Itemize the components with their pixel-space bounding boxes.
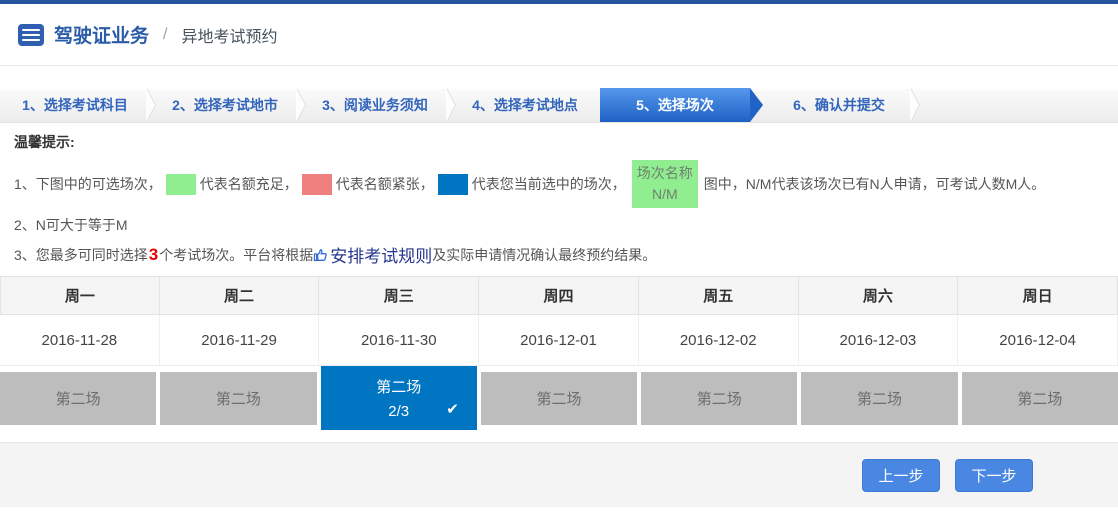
session-cell-mon[interactable]: 第二场 [0, 372, 156, 425]
weekday-header: 周三 [319, 277, 479, 314]
tip1-green-label: 代表名额充足， [200, 174, 298, 194]
session-name: 第二场 [376, 376, 421, 397]
weekday-header: 周四 [479, 277, 639, 314]
weekday-header: 周二 [160, 277, 320, 314]
footer-bar: 上一步 下一步 [0, 442, 1118, 507]
step-6-confirm-submit[interactable]: 6、确认并提交 [764, 88, 914, 122]
sample-session-count: N/M [652, 184, 678, 205]
step-4-choose-site[interactable]: 4、选择考试地点 [450, 88, 600, 122]
weekday-header: 周一 [0, 277, 160, 314]
date-cell: 2016-11-30 [319, 315, 479, 365]
list-icon [18, 24, 44, 46]
date-row: 2016-11-28 2016-11-29 2016-11-30 2016-12… [0, 315, 1118, 366]
session-sample-box: 场次名称 N/M [632, 160, 698, 208]
step-5-choose-session-active[interactable]: 5、选择场次 [600, 88, 750, 122]
weekday-header: 周六 [799, 277, 959, 314]
tip-line-3: 3、您最多可同时选择 3 个考试场次。平台将根据 安排考试规则 及实际申请情况确… [14, 242, 1104, 267]
legend-available-swatch [166, 174, 196, 195]
session-cell-fri[interactable]: 第二场 [641, 372, 797, 425]
step-bar-filler [914, 88, 1118, 122]
max-selection-count: 3 [148, 245, 159, 265]
tip-line-2: 2、N可大于等于M [14, 215, 1104, 235]
thumbs-up-icon [313, 247, 329, 263]
chevron-right-icon [296, 88, 305, 122]
exam-rules-link[interactable]: 安排考试规则 [313, 242, 432, 267]
sample-session-title: 场次名称 [637, 163, 693, 184]
tip1-suffix: 图中，N/M代表该场次已有N人申请，可考试人数M人。 [704, 174, 1045, 194]
session-cell-sat[interactable]: 第二场 [801, 372, 957, 425]
legend-tight-swatch [302, 174, 332, 195]
weekday-header: 周五 [639, 277, 799, 314]
session-cell-sun[interactable]: 第二场 [962, 372, 1118, 425]
next-step-button[interactable]: 下一步 [955, 459, 1033, 492]
tip1-blue-label: 代表您当前选中的场次， [472, 174, 626, 194]
date-cell: 2016-11-28 [0, 315, 160, 365]
chevron-right-icon [446, 88, 455, 122]
step-progress-bar: 1、选择考试科目 2、选择考试地市 3、阅读业务须知 4、选择考试地点 5、选择… [0, 88, 1118, 122]
tip-line-1: 1、下图中的可选场次， 代表名额充足， 代表名额紧张， 代表您当前选中的场次， … [14, 160, 1104, 208]
breadcrumb-separator: / [163, 26, 167, 44]
chevron-right-icon [910, 88, 919, 122]
weekday-header: 周日 [958, 277, 1118, 314]
step-2-choose-city[interactable]: 2、选择考试地市 [150, 88, 300, 122]
session-cell-tue[interactable]: 第二场 [160, 372, 316, 425]
tips-title: 温馨提示: [14, 132, 1104, 152]
tip1-red-label: 代表名额紧张， [336, 174, 434, 194]
breadcrumb: 驾驶证业务 / 异地考试预约 [0, 4, 1118, 66]
breadcrumb-section[interactable]: 驾驶证业务 [54, 21, 149, 48]
session-cell-wed-selected[interactable]: 第二场 2/3 ✔ [321, 366, 477, 430]
session-count: 2/3 [388, 403, 409, 420]
tip3-suffix: 及实际申请情况确认最终预约结果。 [432, 245, 656, 265]
check-icon: ✔ [446, 400, 459, 418]
chevron-right-icon [146, 88, 155, 122]
date-cell: 2016-12-04 [958, 315, 1118, 365]
step-3-read-notice[interactable]: 3、阅读业务须知 [300, 88, 450, 122]
exam-rules-link-label: 安排考试规则 [330, 242, 432, 267]
tip3-middle: 个考试场次。平台将根据 [159, 245, 313, 265]
weekday-header-row: 周一 周二 周三 周四 周五 周六 周日 [0, 276, 1118, 315]
previous-step-button[interactable]: 上一步 [862, 459, 940, 492]
legend-selected-swatch [438, 174, 468, 195]
date-cell: 2016-12-03 [799, 315, 959, 365]
page-title: 异地考试预约 [181, 23, 277, 47]
session-row: 第二场 第二场 第二场 2/3 ✔ 第二场 第二场 第二场 第二场 [0, 366, 1118, 430]
date-cell: 2016-12-02 [639, 315, 799, 365]
tip1-prefix: 1、下图中的可选场次， [14, 174, 162, 194]
date-cell: 2016-12-01 [479, 315, 639, 365]
tips-panel: 温馨提示: 1、下图中的可选场次， 代表名额充足， 代表名额紧张， 代表您当前选… [0, 122, 1118, 267]
step-1-choose-subject[interactable]: 1、选择考试科目 [0, 88, 150, 122]
date-cell: 2016-11-29 [160, 315, 320, 365]
session-cell-thu[interactable]: 第二场 [481, 372, 637, 425]
tip3-prefix: 3、您最多可同时选择 [14, 245, 148, 265]
schedule-table: 周一 周二 周三 周四 周五 周六 周日 2016-11-28 2016-11-… [0, 276, 1118, 430]
